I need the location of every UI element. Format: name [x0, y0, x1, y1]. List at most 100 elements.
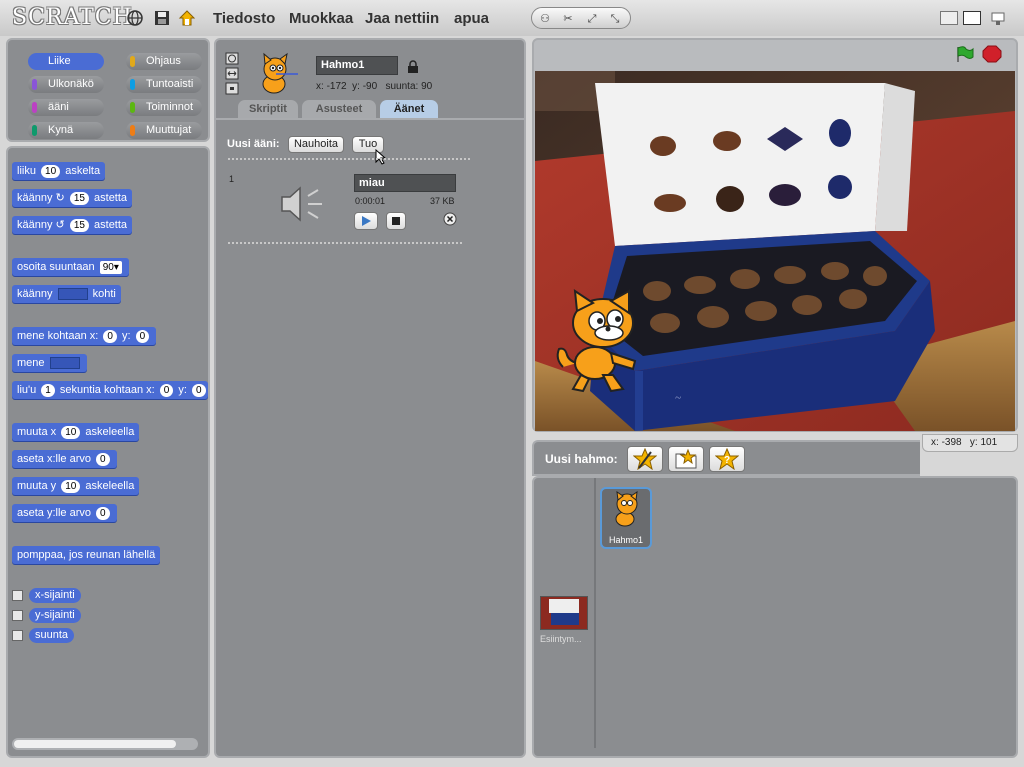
category-color-swatch — [130, 125, 135, 136]
rotate-right-icon: ↻ — [55, 192, 65, 204]
mouse-cursor-icon — [375, 149, 387, 165]
show-y-checkbox[interactable] — [12, 610, 23, 621]
record-button[interactable]: Nauhoita — [288, 136, 344, 153]
menu-edit[interactable]: Muokkaa — [289, 10, 353, 27]
presentation-mode-icon[interactable] — [990, 11, 1008, 25]
palette-scrollbar[interactable] — [12, 738, 198, 750]
divider — [594, 478, 596, 748]
show-direction-checkbox[interactable] — [12, 630, 23, 641]
divider — [228, 158, 470, 160]
block-turn-left[interactable]: käänny ↺ 15 astetta — [12, 216, 133, 234]
block-set-x[interactable]: aseta x:lle arvo 0 — [12, 450, 117, 468]
category-5[interactable]: Toiminnot — [126, 99, 202, 116]
tab-scripts[interactable]: Skriptit — [238, 100, 298, 118]
category-1[interactable]: Ohjaus — [126, 53, 202, 70]
stage-thumbnail[interactable] — [540, 596, 588, 630]
delete-icon[interactable]: ✂ — [559, 10, 577, 27]
sound-duration: 0:00:01 — [355, 196, 386, 206]
speaker-icon — [281, 186, 322, 222]
duplicate-icon[interactable]: ⚇ — [536, 10, 554, 27]
play-icon — [362, 216, 371, 226]
rotation-style-buttons[interactable] — [225, 52, 239, 96]
category-color-swatch — [130, 79, 135, 90]
sprite-tile-hahmo1[interactable]: Hahmo1 — [600, 487, 652, 549]
sprite-thumbnail-icon — [262, 52, 298, 94]
small-stage-icon[interactable] — [940, 11, 958, 25]
svg-text:?: ? — [724, 455, 730, 466]
category-label: Toiminnot — [146, 101, 194, 113]
sound-size: 37 KB — [430, 196, 455, 206]
category-color-swatch — [32, 56, 37, 67]
sprite-name-field[interactable]: Hahmo1 — [316, 56, 398, 75]
globe-icon[interactable] — [126, 9, 144, 27]
reporter-y-position[interactable]: y-sijainti — [29, 608, 81, 623]
category-4[interactable]: ääni — [28, 99, 104, 116]
scratch-window: SCRATCH Tiedosto Muokkaa Jaa nettiin apu… — [0, 0, 1024, 767]
sprite-tools: ⚇ ✂ ⤢ ⤡ — [531, 7, 631, 29]
stop-sound-button[interactable] — [386, 212, 406, 230]
block-bounce[interactable]: pomppaa, jos reunan lähellä — [12, 546, 161, 564]
category-label: Muuttujat — [146, 124, 192, 136]
new-sound-label: Uusi ääni: — [227, 138, 280, 150]
play-sound-button[interactable] — [354, 212, 378, 230]
stage-thumbnail-image — [541, 597, 587, 629]
surprise-sprite-button[interactable]: ? — [709, 446, 745, 472]
category-label: Liike — [48, 55, 71, 67]
new-sprite-label: Uusi hahmo: — [545, 452, 618, 466]
tab-sounds[interactable]: Äänet — [380, 100, 438, 118]
reporter-x-position[interactable]: x-sijainti — [29, 588, 81, 603]
sound-index: 1 — [229, 174, 235, 184]
lock-icon[interactable] — [407, 60, 419, 73]
stop-sign-icon[interactable] — [982, 45, 1002, 63]
palette-scroll-thumb[interactable] — [14, 740, 176, 748]
menu-file[interactable]: Tiedosto — [213, 10, 275, 27]
top-bar: SCRATCH Tiedosto Muokkaa Jaa nettiin apu… — [0, 0, 1024, 36]
category-7[interactable]: Muuttujat — [126, 122, 202, 139]
block-move[interactable]: liiku 10 askelta — [12, 162, 106, 180]
cat-sprite[interactable] — [553, 289, 643, 393]
block-turn-right[interactable]: käänny ↻ 15 astetta — [12, 189, 133, 207]
block-change-y[interactable]: muuta y 10 askeleella — [12, 477, 140, 495]
question-star-icon: ? — [714, 447, 740, 471]
category-6[interactable]: Kynä — [28, 122, 104, 139]
normal-stage-icon[interactable] — [963, 11, 981, 25]
menu-help[interactable]: apua — [454, 10, 489, 27]
category-color-swatch — [130, 102, 135, 113]
block-set-y[interactable]: aseta y:lle arvo 0 — [12, 504, 117, 522]
category-label: Ohjaus — [146, 55, 181, 67]
choose-sprite-file-button[interactable] — [668, 446, 704, 472]
green-flag-icon[interactable] — [954, 45, 974, 63]
menu-share[interactable]: Jaa nettiin — [365, 10, 439, 27]
shrink-icon[interactable]: ⤡ — [606, 10, 624, 27]
category-color-swatch — [130, 56, 135, 67]
dropdown-empty[interactable] — [49, 357, 80, 370]
category-2[interactable]: Ulkonäkö — [28, 76, 104, 93]
block-point-direction[interactable]: osoita suuntaan 90▾ — [12, 258, 129, 276]
sound-name-field[interactable]: miau — [354, 174, 456, 192]
delete-sound-icon[interactable] — [443, 212, 457, 226]
share-icon[interactable] — [178, 9, 196, 27]
dropdown-empty[interactable] — [57, 288, 88, 301]
grow-icon[interactable]: ⤢ — [583, 10, 601, 27]
sprite-position: x: -172 y: -90 suunta: 90 — [316, 81, 433, 92]
reporter-direction[interactable]: suunta — [29, 628, 75, 643]
category-0[interactable]: Liike — [28, 53, 104, 70]
block-change-x[interactable]: muuta x 10 askeleella — [12, 423, 140, 441]
category-label: ääni — [48, 101, 69, 113]
divider — [228, 242, 462, 244]
block-goto[interactable]: mene — [12, 354, 87, 372]
block-goto-xy[interactable]: mene kohtaan x: 0 y: 0 — [12, 327, 157, 345]
show-x-checkbox[interactable] — [12, 590, 23, 601]
paint-new-sprite-button[interactable] — [627, 446, 663, 472]
category-panel: Liike Ohjaus Ulkonäkö Tuntoaisti ääni Toiminn… — [6, 38, 210, 142]
category-label: Tuntoaisti — [146, 78, 194, 90]
category-label: Kynä — [48, 124, 74, 136]
save-icon[interactable] — [153, 9, 171, 27]
category-3[interactable]: Tuntoaisti — [126, 76, 202, 93]
block-point-towards[interactable]: käänny kohti — [12, 285, 121, 303]
stage[interactable]: ~ — [535, 71, 1015, 431]
tab-costumes[interactable]: Asusteet — [302, 100, 376, 118]
block-glide[interactable]: liu'u 1 sekuntia kohtaan x: 0 y: 0 — [12, 381, 208, 399]
stop-square-icon — [392, 217, 400, 225]
category-color-swatch — [32, 125, 37, 136]
